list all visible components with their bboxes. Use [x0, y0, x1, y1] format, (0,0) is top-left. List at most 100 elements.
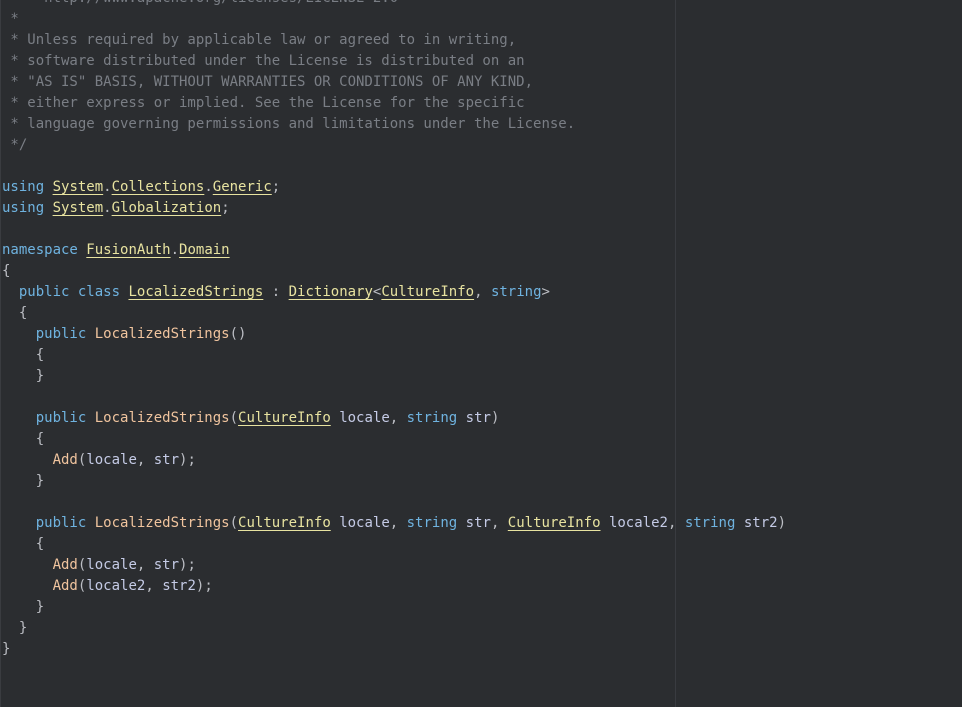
type-reference[interactable]: System: [53, 200, 104, 216]
punctuation-token: [86, 515, 94, 531]
code-area[interactable]: * http://www.apache.org/licenses/LICENSE…: [2, 0, 786, 660]
code-line[interactable]: }: [2, 618, 786, 639]
parameter-name: locale2: [608, 515, 668, 531]
code-line[interactable]: ​: [2, 219, 786, 240]
punctuation-token: [2, 578, 53, 594]
code-line[interactable]: }: [2, 597, 786, 618]
code-line[interactable]: {: [2, 261, 786, 282]
code-line[interactable]: Add(locale, str);: [2, 450, 786, 471]
code-line[interactable]: using System.Collections.Generic;: [2, 177, 786, 198]
code-line[interactable]: Add(locale2, str2);: [2, 576, 786, 597]
code-line[interactable]: ​: [2, 492, 786, 513]
code-line[interactable]: * http://www.apache.org/licenses/LICENSE…: [2, 0, 786, 9]
comment-token: * either express or implied. See the Lic…: [2, 95, 525, 111]
punctuation-token: [331, 515, 339, 531]
code-line[interactable]: }: [2, 639, 786, 660]
punctuation-token: {: [2, 536, 45, 552]
keyword-token: string: [490, 284, 542, 300]
code-line[interactable]: ​: [2, 387, 786, 408]
punctuation-token: [457, 515, 465, 531]
punctuation-token: [44, 179, 52, 195]
code-line[interactable]: {: [2, 429, 786, 450]
punctuation-token: [2, 410, 36, 426]
code-line[interactable]: {: [2, 534, 786, 555]
comment-token: *: [2, 11, 19, 27]
code-line[interactable]: using System.Globalization;: [2, 198, 786, 219]
punctuation-token: {: [2, 305, 28, 321]
punctuation-token: [457, 410, 465, 426]
type-reference[interactable]: CultureInfo: [508, 515, 601, 531]
punctuation-token: .: [204, 179, 213, 195]
code-editor[interactable]: * http://www.apache.org/licenses/LICENSE…: [0, 0, 962, 707]
code-line[interactable]: {: [2, 303, 786, 324]
punctuation-token: ,: [389, 515, 407, 531]
punctuation-token: [2, 452, 53, 468]
code-line[interactable]: ​: [2, 156, 786, 177]
type-reference[interactable]: Generic: [213, 179, 272, 195]
parameter-name: str: [153, 452, 180, 468]
punctuation-token: [2, 284, 19, 300]
code-line[interactable]: * Unless required by applicable law or a…: [2, 30, 786, 51]
comment-token: * http://www.apache.org/licenses/LICENSE…: [2, 0, 398, 6]
punctuation-token: .: [170, 242, 180, 258]
code-line[interactable]: {: [2, 345, 786, 366]
code-line[interactable]: }: [2, 471, 786, 492]
code-line[interactable]: public LocalizedStrings(CultureInfo loca…: [2, 408, 786, 429]
method-name: LocalizedStrings: [94, 410, 230, 426]
type-reference[interactable]: Dictionary: [289, 284, 373, 300]
punctuation-token: [735, 515, 743, 531]
code-line[interactable]: Add(locale, str);: [2, 555, 786, 576]
type-reference[interactable]: Globalization: [112, 200, 222, 216]
punctuation-token: );: [195, 578, 213, 594]
punctuation-token: );: [179, 557, 196, 573]
code-line[interactable]: public LocalizedStrings(CultureInfo loca…: [2, 513, 786, 534]
type-reference[interactable]: Collections: [112, 179, 205, 195]
code-line[interactable]: *: [2, 9, 786, 30]
type-reference[interactable]: FusionAuth: [86, 242, 170, 258]
code-line[interactable]: * language governing permissions and lim…: [2, 114, 786, 135]
parameter-name: locale2: [86, 578, 146, 594]
punctuation-token: (: [229, 410, 239, 426]
type-reference[interactable]: System: [53, 179, 104, 195]
punctuation-token: .: [103, 200, 112, 216]
editor-left-border: [0, 0, 1, 707]
type-reference[interactable]: Domain: [179, 242, 230, 258]
punctuation-token: ): [777, 515, 786, 531]
punctuation-token: ,: [667, 515, 685, 531]
parameter-name: locale: [339, 410, 390, 426]
punctuation-token: (: [229, 515, 239, 531]
code-line[interactable]: }: [2, 366, 786, 387]
code-line[interactable]: public class LocalizedStrings : Dictiona…: [2, 282, 786, 303]
parameter-name: str2: [162, 578, 196, 594]
code-line[interactable]: */: [2, 135, 786, 156]
code-line[interactable]: * either express or implied. See the Lic…: [2, 93, 786, 114]
keyword-token: string: [406, 410, 458, 426]
type-reference[interactable]: CultureInfo: [238, 410, 331, 426]
punctuation-token: [2, 326, 36, 342]
keyword-token: string: [684, 515, 736, 531]
punctuation-token: [69, 284, 77, 300]
punctuation-token: {: [2, 347, 45, 363]
type-reference[interactable]: LocalizedStrings: [128, 284, 263, 300]
code-line[interactable]: * software distributed under the License…: [2, 51, 786, 72]
punctuation-token: ): [490, 410, 500, 426]
type-reference[interactable]: CultureInfo: [238, 515, 331, 531]
keyword-token: string: [406, 515, 458, 531]
method-name: Add: [52, 557, 78, 573]
punctuation-token: [331, 410, 339, 426]
punctuation-token: >: [541, 284, 550, 300]
punctuation-token: .: [103, 179, 112, 195]
punctuation-token: ;: [221, 200, 230, 216]
code-line[interactable]: * "AS IS" BASIS, WITHOUT WARRANTIES OR C…: [2, 72, 786, 93]
code-line[interactable]: namespace FusionAuth.Domain: [2, 240, 786, 261]
keyword-token: namespace: [2, 242, 78, 258]
type-reference[interactable]: CultureInfo: [381, 284, 474, 300]
comment-token: * Unless required by applicable law or a…: [2, 32, 517, 48]
punctuation-token: }: [2, 620, 28, 636]
code-line[interactable]: public LocalizedStrings(): [2, 324, 786, 345]
parameter-name: str: [153, 557, 180, 573]
method-name: Add: [52, 452, 78, 468]
punctuation-token: [86, 326, 94, 342]
punctuation-token: ,: [145, 578, 163, 594]
keyword-token: class: [77, 284, 121, 300]
